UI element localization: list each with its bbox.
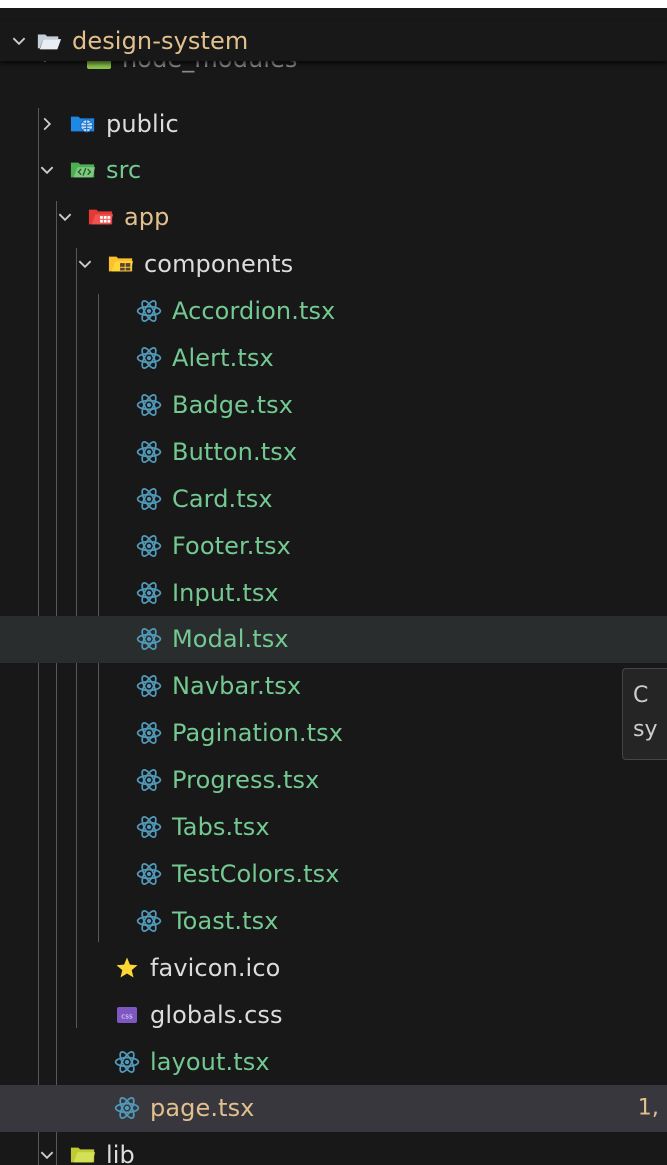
tree-item-label: Alert.tsx <box>172 344 274 372</box>
tree-item-label: app <box>124 203 170 232</box>
tree-item-label: Badge.tsx <box>172 390 294 419</box>
tree-item-navbar-tsx[interactable]: Navbar.tsx <box>0 663 667 710</box>
tree-item-label: public <box>106 109 179 138</box>
tree-item-label: components <box>144 250 294 279</box>
tree-item-label: Tabs.tsx <box>172 813 270 841</box>
tree-item-label: Card.tsx <box>172 484 273 513</box>
tree-item-alert-tsx[interactable]: Alert.tsx <box>0 335 667 382</box>
tree-item-label: Navbar.tsx <box>172 672 302 701</box>
react-icon <box>136 627 162 651</box>
react-icon <box>136 674 162 698</box>
folder-src-icon <box>70 158 96 182</box>
problem-count-badge: 1, <box>637 1095 659 1121</box>
tree-item-label: lib <box>106 1141 135 1165</box>
tree-item-label: src <box>106 156 142 185</box>
folder-components-icon <box>108 252 134 276</box>
tree-item-page-tsx[interactable]: page.tsx 1, <box>0 1084 667 1132</box>
tree-item-label: Pagination.tsx <box>172 719 344 748</box>
tree-item-label: Progress.tsx <box>172 766 320 795</box>
react-icon <box>136 862 162 886</box>
chevron-down-icon[interactable] <box>54 206 76 228</box>
tree-item-favicon-ico[interactable]: favicon.ico <box>0 944 667 991</box>
tree-item-lib[interactable]: lib <box>0 1132 667 1165</box>
chevron-down-icon[interactable] <box>36 159 58 181</box>
tree-item-label: Footer.tsx <box>172 531 291 560</box>
tree-item-label: Input.tsx <box>172 578 279 607</box>
folder-lib-icon <box>70 1143 96 1165</box>
tree-item-accordion-tsx[interactable]: Accordion.tsx <box>0 288 667 335</box>
react-icon <box>136 581 162 605</box>
tree-item-input-tsx[interactable]: Input.tsx <box>0 569 667 616</box>
tree-item-label: Button.tsx <box>172 437 298 466</box>
tree-item-label: TestColors.tsx <box>172 859 340 888</box>
tree-item-label: favicon.ico <box>150 953 281 982</box>
folder-open-icon <box>36 29 62 53</box>
tree-item-label: globals.css <box>150 1000 283 1029</box>
tree-item-label: layout.tsx <box>150 1047 270 1076</box>
react-icon <box>136 346 162 370</box>
react-icon <box>136 393 162 417</box>
react-icon <box>114 1050 140 1074</box>
css-icon: css <box>114 1003 140 1027</box>
tree-item-app[interactable]: app <box>0 194 667 241</box>
top-edge <box>0 0 667 8</box>
chevron-down-icon[interactable] <box>36 1144 58 1165</box>
react-icon <box>136 487 162 511</box>
tree-item-public[interactable]: public <box>0 100 667 147</box>
file-explorer: design-system node_modules public src app c… <box>0 8 667 1165</box>
react-icon <box>136 815 162 839</box>
tree-item-modal-tsx[interactable]: Modal.tsx <box>0 615 667 663</box>
chevron-right-icon[interactable] <box>36 113 58 135</box>
react-icon <box>136 721 162 745</box>
chevron-down-icon[interactable] <box>74 253 96 275</box>
tree-item-label: Toast.tsx <box>172 906 279 935</box>
star-icon <box>114 956 140 980</box>
tree-item-footer-tsx[interactable]: Footer.tsx <box>0 522 667 569</box>
svg-text:css: css <box>121 1012 133 1020</box>
tree-item-label: design-system <box>72 27 249 55</box>
react-icon <box>136 299 162 323</box>
tooltip-line: sy <box>633 717 658 742</box>
tree-item-card-tsx[interactable]: Card.tsx <box>0 475 667 522</box>
tooltip-line: C <box>633 683 649 708</box>
folder-public-icon <box>70 112 96 136</box>
react-icon <box>136 768 162 792</box>
tree-item-layout-tsx[interactable]: layout.tsx <box>0 1038 667 1085</box>
tree-item-components[interactable]: components <box>0 241 667 288</box>
react-icon <box>136 909 162 933</box>
tree-item-label: Accordion.tsx <box>172 297 336 326</box>
tree-item-testcolors-tsx[interactable]: TestColors.tsx <box>0 850 667 897</box>
folder-app-icon <box>88 205 114 229</box>
chevron-down-icon[interactable] <box>8 30 30 52</box>
tree-item-label: page.tsx <box>150 1094 255 1123</box>
hover-tooltip: C sy <box>622 668 667 760</box>
tree-item-pagination-tsx[interactable]: Pagination.tsx <box>0 710 667 757</box>
tree-item-toast-tsx[interactable]: Toast.tsx <box>0 897 667 944</box>
tree-item-globals-css[interactable]: css globals.css <box>0 991 667 1038</box>
tree-root-design-system[interactable]: design-system <box>0 21 667 61</box>
react-icon <box>114 1096 140 1120</box>
tree-item-src[interactable]: src <box>0 147 667 194</box>
react-icon <box>136 440 162 464</box>
tree-item-tabs-tsx[interactable]: Tabs.tsx <box>0 804 667 851</box>
tree-item-button-tsx[interactable]: Button.tsx <box>0 428 667 475</box>
tree-item-progress-tsx[interactable]: Progress.tsx <box>0 757 667 804</box>
tree-item-label: Modal.tsx <box>172 625 289 654</box>
tree-item-badge-tsx[interactable]: Badge.tsx <box>0 381 667 428</box>
react-icon <box>136 534 162 558</box>
